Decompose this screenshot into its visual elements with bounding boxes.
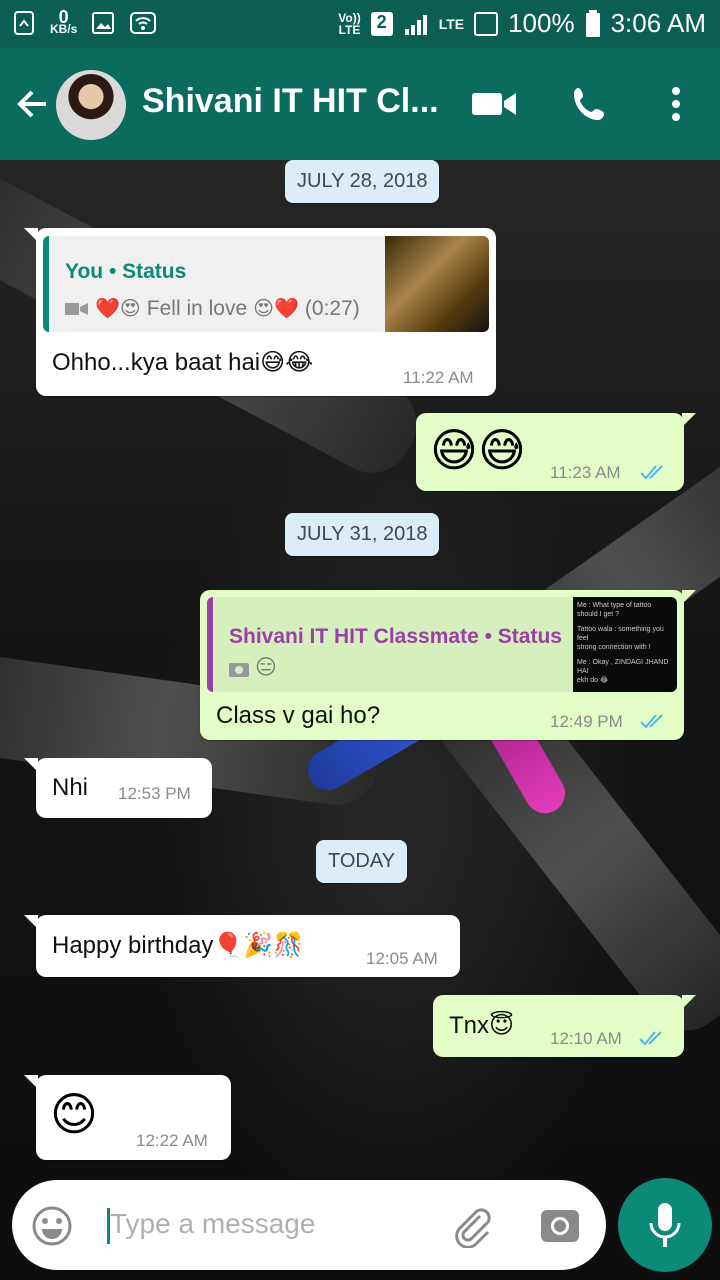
- gallery-icon: [92, 12, 115, 34]
- quoted-author: Shivani IT HIT Classmate • Status: [229, 625, 562, 648]
- quoted-duration: (0:27): [304, 296, 360, 320]
- message-text: Class v gai ho?: [216, 702, 381, 729]
- message-composer: Type a message: [12, 1180, 606, 1270]
- voice-record-button[interactable]: [618, 1178, 712, 1272]
- outgoing-message[interactable]: Shivani IT HIT Classmate • Status 😑 Me :…: [200, 590, 696, 740]
- message-text: Nhi: [52, 774, 89, 801]
- camera-icon: [229, 662, 249, 677]
- data-saver-icon: [14, 11, 34, 35]
- chat-header: Shivani IT HIT Cl...: [0, 48, 720, 160]
- sim-slot-badge: 2: [370, 11, 393, 36]
- message-time: 11:23 AM: [550, 463, 621, 482]
- quoted-text-row: ❤️😍 Fell in love 😍❤️ (0:27): [65, 296, 360, 321]
- thumb-line: ekh do 😂: [577, 677, 609, 684]
- incoming-message[interactable]: 😊 12:22 AM: [24, 1075, 231, 1160]
- video-icon: [65, 302, 88, 315]
- back-arrow-icon[interactable]: [14, 86, 50, 122]
- quoted-text: Fell in love: [146, 296, 248, 320]
- message-time: 12:49 PM: [550, 712, 623, 731]
- attach-icon[interactable]: [450, 1204, 494, 1248]
- quoted-text-row: 😑: [229, 655, 277, 680]
- volte-indicator: Vo)) LTE: [338, 12, 360, 36]
- date-separator: TODAY: [316, 840, 408, 883]
- contact-avatar[interactable]: [56, 70, 126, 140]
- incoming-message[interactable]: Happy birthday🎈🎉🎊 12:05 AM: [24, 915, 460, 977]
- microphone-icon: [649, 1203, 681, 1247]
- thumb-line: strong connection with !: [577, 644, 651, 651]
- thumb-line: Tattoo wala : something you feel: [577, 626, 664, 642]
- signal-icon: [404, 14, 427, 35]
- message-text: Tnx😇: [449, 1012, 515, 1039]
- quoted-text: 😑: [255, 656, 277, 679]
- read-ticks-icon: [640, 465, 663, 480]
- contact-name[interactable]: Shivani IT HIT Cl...: [142, 82, 439, 121]
- quoted-status[interactable]: You • Status ❤️😍 Fell in love 😍❤️ (0:27): [43, 236, 489, 332]
- network-speed: 0 KB/s: [50, 8, 78, 36]
- message-time: 11:22 AM: [403, 368, 474, 387]
- message-text: Happy birthday🎈🎉🎊: [52, 932, 304, 959]
- message-text: Ohho...kya baat hai😅😂: [52, 349, 314, 376]
- date-separator: JULY 28, 2018: [285, 160, 440, 203]
- incoming-message[interactable]: Nhi 12:53 PM: [24, 758, 212, 818]
- message-text: 😅😅: [430, 424, 526, 476]
- volte-label: Vo)): [338, 10, 361, 25]
- status-thumbnail: Me : What type of tattoo should I get ? …: [573, 597, 677, 692]
- read-ticks-icon: [640, 714, 663, 729]
- lte-indicator: LTE: [438, 15, 465, 32]
- volte-lte-label: LTE: [338, 22, 361, 37]
- outgoing-message[interactable]: 😅😅 11:23 AM: [416, 413, 696, 491]
- camera-icon[interactable]: [538, 1204, 582, 1248]
- read-ticks-icon: [639, 1031, 662, 1046]
- date-separator: JULY 31, 2018: [285, 513, 440, 556]
- battery-percent: 100%: [508, 8, 575, 38]
- thumb-line: should I get ?: [577, 611, 620, 618]
- battery-icon: [585, 9, 600, 37]
- quoted-author: You • Status: [65, 260, 187, 283]
- thumb-line: Me : Okay , ZINDAGI JHAND HAI: [577, 659, 669, 675]
- message-time: 12:22 AM: [136, 1131, 208, 1150]
- incoming-message[interactable]: You • Status ❤️😍 Fell in love 😍❤️ (0:27)…: [24, 228, 496, 396]
- wifi-icon: [130, 12, 157, 34]
- more-options-icon[interactable]: [654, 84, 698, 124]
- thumb-line: Me : What type of tattoo: [577, 602, 652, 609]
- emoji-icon[interactable]: [30, 1204, 74, 1248]
- signal-box-icon: [474, 11, 499, 36]
- voice-call-icon[interactable]: [568, 84, 612, 124]
- message-time: 12:05 AM: [366, 949, 438, 968]
- quoted-status[interactable]: Shivani IT HIT Classmate • Status 😑 Me :…: [207, 597, 677, 692]
- message-input[interactable]: Type a message: [110, 1208, 315, 1240]
- message-time: 12:10 AM: [550, 1029, 622, 1048]
- status-thumbnail: [385, 236, 489, 332]
- network-speed-unit: KB/s: [50, 22, 78, 36]
- video-call-icon[interactable]: [472, 84, 516, 124]
- message-time: 12:53 PM: [118, 784, 191, 803]
- clock: 3:06 AM: [610, 8, 706, 38]
- outgoing-message[interactable]: Tnx😇 12:10 AM: [433, 995, 696, 1057]
- message-text: 😊: [50, 1088, 98, 1140]
- heart-emoji: ❤️😍: [95, 298, 141, 320]
- status-bar: 0 KB/s Vo)) LTE 2 LTE 100% 3:06 AM: [0, 0, 720, 48]
- love-emoji: 😍❤️: [253, 298, 299, 320]
